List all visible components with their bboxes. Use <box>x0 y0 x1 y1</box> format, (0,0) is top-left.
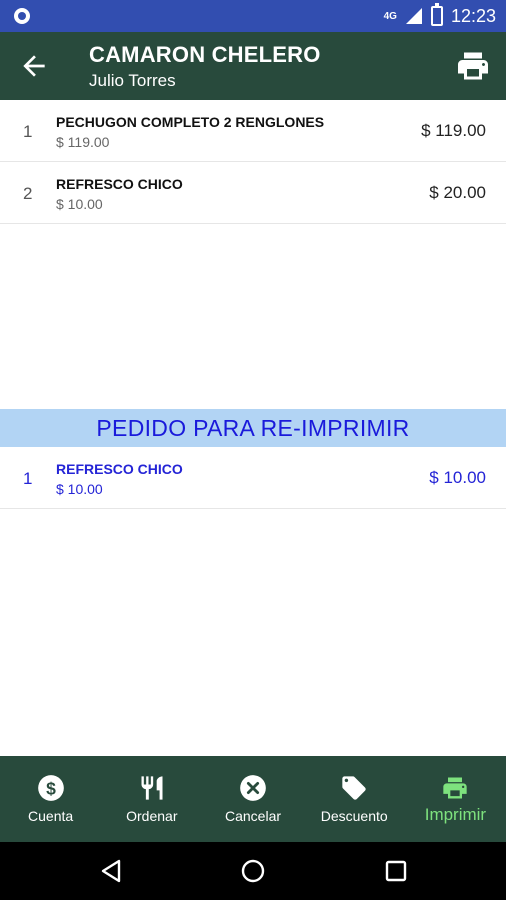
back-arrow-icon[interactable] <box>18 50 50 82</box>
print-icon <box>443 777 468 799</box>
bottom-navigation: $ Cuenta Ordenar Cancelar Descuento Impr… <box>0 756 506 842</box>
list-item[interactable]: 1 REFRESCO CHICO $ 10.00 $ 10.00 <box>0 447 506 509</box>
item-unit-price: $ 10.00 <box>56 196 103 212</box>
item-quantity: 1 <box>23 469 33 488</box>
item-quantity: 2 <box>23 184 33 203</box>
reprint-section-header: PEDIDO PARA RE-IMPRIMIR <box>0 409 506 447</box>
list-item[interactable]: 1 PECHUGON COMPLETO 2 RENGLONES $ 119.00… <box>0 100 506 162</box>
waiter-name: Julio Torres <box>89 71 176 90</box>
item-total: $ 20.00 <box>429 183 486 202</box>
dollar-icon: $ <box>37 775 64 801</box>
tab-ordenar[interactable]: Ordenar <box>101 756 202 842</box>
item-total: $ 119.00 <box>421 121 486 140</box>
item-name: REFRESCO CHICO <box>56 461 183 477</box>
svg-text:$: $ <box>46 778 56 798</box>
app-toolbar: CAMARON CHELERO Julio Torres <box>0 32 506 100</box>
tab-label: Imprimir <box>424 805 487 824</box>
item-name: PECHUGON COMPLETO 2 RENGLONES <box>56 114 325 130</box>
system-navigation-bar <box>0 842 506 900</box>
reprint-section-title: PEDIDO PARA RE-IMPRIMIR <box>96 414 410 441</box>
battery-icon <box>430 3 443 26</box>
tab-cancelar[interactable]: Cancelar <box>202 756 303 842</box>
tab-imprimir[interactable]: Imprimir <box>405 756 506 842</box>
tab-label: Cancelar <box>224 808 282 824</box>
tab-label: Cuenta <box>28 808 74 824</box>
status-icons: 4G 12:23 <box>384 0 496 32</box>
fork-knife-icon <box>141 776 163 800</box>
cancel-icon <box>240 775 266 801</box>
status-bar: 4G 12:23 <box>0 0 506 32</box>
item-quantity: 1 <box>23 122 33 141</box>
clock: 12:23 <box>450 5 496 26</box>
order-item-list: 1 PECHUGON COMPLETO 2 RENGLONES $ 119.00… <box>0 100 506 224</box>
item-name: REFRESCO CHICO <box>56 176 183 192</box>
print-icon[interactable] <box>454 48 492 84</box>
item-total: $ 10.00 <box>429 468 486 487</box>
list-item[interactable]: 2 REFRESCO CHICO $ 10.00 $ 20.00 <box>0 162 506 224</box>
app-notification-icon <box>14 8 30 24</box>
recents-nav-icon[interactable] <box>382 857 410 885</box>
tab-label: Descuento <box>320 808 388 824</box>
home-nav-icon[interactable] <box>239 857 267 885</box>
item-unit-price: $ 119.00 <box>56 134 110 150</box>
reprint-item-list: 1 REFRESCO CHICO $ 10.00 $ 10.00 <box>0 447 506 509</box>
back-nav-icon[interactable] <box>98 857 126 885</box>
item-unit-price: $ 10.00 <box>56 481 103 497</box>
tab-descuento[interactable]: Descuento <box>304 756 405 842</box>
network-type: 4G <box>383 10 397 22</box>
tab-cuenta[interactable]: $ Cuenta <box>0 756 101 842</box>
tab-label: Ordenar <box>126 808 178 824</box>
page-title: CAMARON CHELERO <box>89 42 321 67</box>
tag-icon <box>342 776 366 800</box>
signal-icon <box>405 8 422 24</box>
